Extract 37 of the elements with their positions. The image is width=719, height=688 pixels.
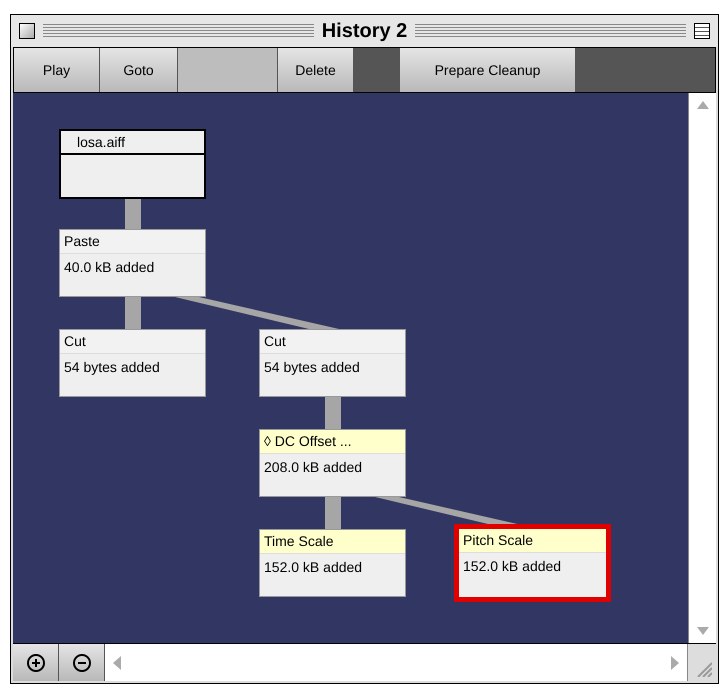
toolbar-button[interactable]: Play <box>14 48 100 92</box>
zoom-out-button[interactable] <box>59 644 105 681</box>
zoom-in-button[interactable] <box>13 644 59 681</box>
close-box-icon[interactable] <box>19 23 35 39</box>
horizontal-scrollbar[interactable] <box>105 644 688 681</box>
node-title: ◊ DC Offset ... <box>264 432 352 451</box>
plus-circle-icon <box>26 654 44 672</box>
toolbar-button[interactable]: Delete <box>278 48 354 92</box>
node-title: Cut <box>264 332 286 351</box>
node-title: Paste <box>64 232 100 251</box>
history-node[interactable]: Paste 40.0 kB added <box>59 229 206 297</box>
history-node[interactable]: ◊ DC Offset ... 208.0 kB added <box>259 429 406 497</box>
scroll-left-icon[interactable] <box>113 656 121 670</box>
history-node[interactable]: losa.aiff <box>59 129 206 199</box>
node-title: Time Scale <box>264 532 334 551</box>
node-detail: 152.0 kB added <box>463 558 562 574</box>
history-node[interactable]: Time Scale 152.0 kB added <box>259 529 406 597</box>
scroll-right-icon[interactable] <box>671 656 679 670</box>
node-title: losa.aiff <box>77 132 125 152</box>
window-title: History 2 <box>322 19 408 44</box>
node-detail: 54 bytes added <box>264 359 360 375</box>
history-node[interactable]: Cut 54 bytes added <box>259 329 406 397</box>
node-detail: 54 bytes added <box>64 359 160 375</box>
node-detail: 152.0 kB added <box>264 559 362 575</box>
collapse-box-icon[interactable] <box>694 23 710 39</box>
node-title: Cut <box>64 332 86 351</box>
toolbar-button[interactable]: Prepare Cleanup <box>400 48 576 92</box>
scroll-up-icon[interactable] <box>696 101 708 109</box>
node-detail: 208.0 kB added <box>264 459 362 475</box>
vertical-scrollbar[interactable] <box>688 93 716 643</box>
scroll-down-icon[interactable] <box>696 627 708 635</box>
minus-circle-icon <box>72 654 90 672</box>
history-node[interactable]: Pitch Scale 152.0 kB added <box>459 529 606 597</box>
history-node[interactable]: Cut 54 bytes added <box>59 329 206 397</box>
node-title: Pitch Scale <box>463 531 534 550</box>
toolbar-button[interactable]: Goto <box>100 48 178 92</box>
node-detail: 40.0 kB added <box>64 259 154 275</box>
